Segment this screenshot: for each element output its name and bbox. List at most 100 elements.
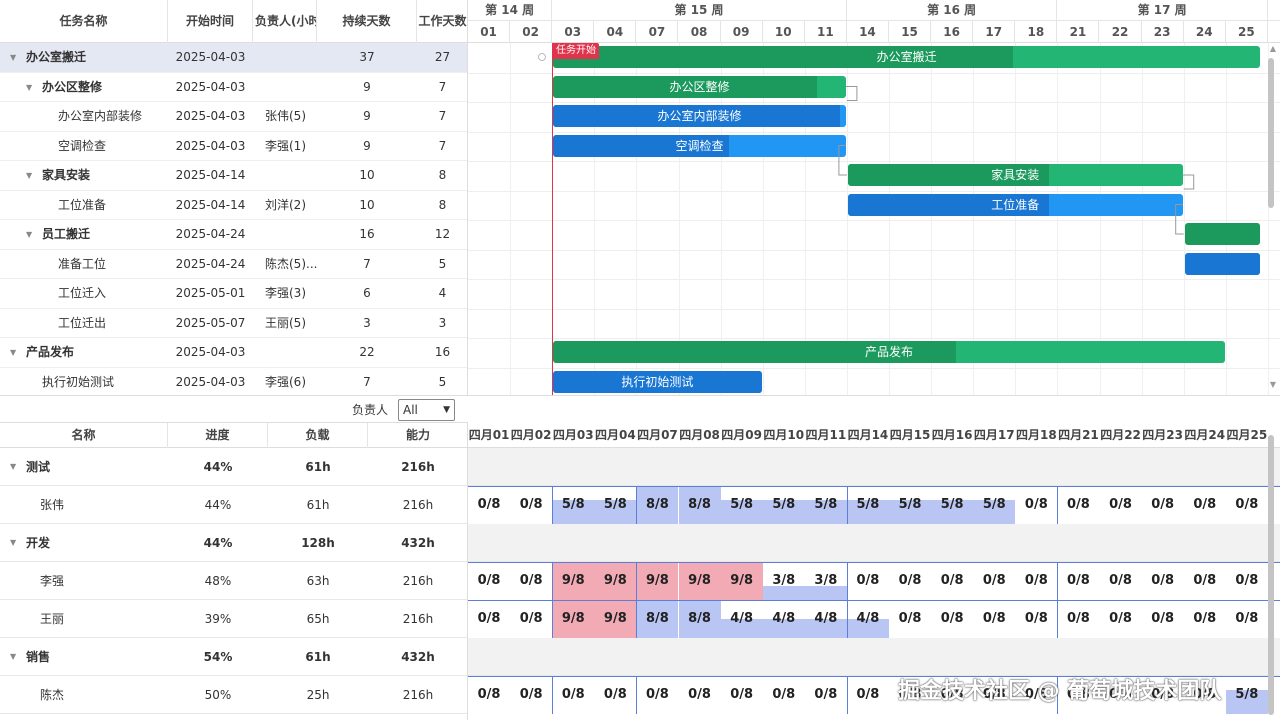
- caret-down-icon[interactable]: ▼: [10, 448, 16, 486]
- col-header-res-name[interactable]: 名称: [0, 423, 168, 448]
- load-cell[interactable]: 0/8: [552, 676, 594, 714]
- load-cell[interactable]: 8/8: [636, 486, 678, 524]
- load-cell[interactable]: 5/8: [931, 486, 973, 524]
- caret-down-icon[interactable]: ▼: [26, 73, 32, 102]
- load-cell[interactable]: 0/8: [1057, 600, 1099, 638]
- load-cell[interactable]: 0/8: [510, 486, 552, 524]
- task-bar[interactable]: 办公室搬迁: [553, 46, 1260, 68]
- load-cell[interactable]: 0/8: [1184, 562, 1226, 600]
- load-cell[interactable]: 0/8: [721, 676, 763, 714]
- load-cell[interactable]: 5/8: [805, 486, 847, 524]
- caret-down-icon[interactable]: ▼: [10, 43, 16, 72]
- load-cell[interactable]: 8/8: [636, 600, 678, 638]
- load-cell[interactable]: 0/8: [1184, 600, 1226, 638]
- load-cell[interactable]: 4/8: [763, 600, 805, 638]
- load-cell[interactable]: 0/8: [973, 562, 1015, 600]
- load-cell[interactable]: 0/8: [973, 600, 1015, 638]
- load-cell[interactable]: 0/8: [1142, 600, 1184, 638]
- load-cell[interactable]: 0/8: [468, 562, 510, 600]
- task-row[interactable]: 空调检查 2025-04-03 李强(1) 9 7: [0, 132, 467, 161]
- resource-row[interactable]: 陈杰 50% 25h 216h: [0, 676, 467, 714]
- caret-down-icon[interactable]: ▼: [26, 220, 32, 249]
- load-cell[interactable]: 8/8: [679, 486, 721, 524]
- task-bar[interactable]: 空调检查: [553, 134, 846, 157]
- caret-down-icon[interactable]: ▼: [26, 161, 32, 190]
- load-cell[interactable]: 0/8: [510, 562, 552, 600]
- load-cell[interactable]: 5/8: [594, 486, 636, 524]
- task-bar[interactable]: [1184, 252, 1260, 275]
- task-row[interactable]: ▼ 员工搬迁 2025-04-24 16 12: [0, 220, 467, 250]
- task-bar[interactable]: [1184, 223, 1260, 245]
- caret-down-icon[interactable]: ▼: [10, 524, 16, 562]
- load-cell[interactable]: 5/8: [552, 486, 594, 524]
- load-cell[interactable]: 4/8: [721, 600, 763, 638]
- resource-scrollbar[interactable]: [1268, 435, 1274, 715]
- col-header-workdays[interactable]: 工作天数: [417, 0, 467, 43]
- resource-row[interactable]: 李强 48% 63h 216h: [0, 562, 467, 600]
- load-cell[interactable]: 9/8: [552, 600, 594, 638]
- load-cell[interactable]: 0/8: [1100, 600, 1142, 638]
- load-cell[interactable]: 9/8: [594, 600, 636, 638]
- task-bar[interactable]: 执行初始测试: [553, 370, 762, 393]
- load-cell[interactable]: 5/8: [1226, 676, 1268, 714]
- load-cell[interactable]: 0/8: [1015, 562, 1057, 600]
- caret-down-icon[interactable]: ▼: [10, 638, 16, 676]
- load-cell[interactable]: 5/8: [847, 486, 889, 524]
- load-cell[interactable]: 0/8: [1226, 562, 1268, 600]
- scroll-down-icon[interactable]: ▼: [1270, 380, 1276, 389]
- load-cell[interactable]: 5/8: [973, 486, 1015, 524]
- load-cell[interactable]: 5/8: [889, 486, 931, 524]
- load-cell[interactable]: 0/8: [1100, 562, 1142, 600]
- load-cell[interactable]: 0/8: [1015, 486, 1057, 524]
- resource-row[interactable]: ▼ 测试 44% 61h 216h: [0, 448, 467, 486]
- circle-icon[interactable]: [538, 53, 546, 61]
- load-cell[interactable]: 0/8: [889, 600, 931, 638]
- load-cell[interactable]: 8/8: [679, 600, 721, 638]
- task-row[interactable]: ▼ 办公区整修 2025-04-03 9 7: [0, 73, 467, 102]
- load-cell[interactable]: 9/8: [636, 562, 678, 600]
- load-cell[interactable]: 9/8: [721, 562, 763, 600]
- col-header-start[interactable]: 开始时间: [168, 0, 253, 43]
- resource-row[interactable]: ▼ 开发 44% 128h 432h: [0, 524, 467, 562]
- load-cell[interactable]: 0/8: [1226, 486, 1268, 524]
- load-cell[interactable]: 0/8: [931, 562, 973, 600]
- load-cell[interactable]: 0/8: [636, 676, 678, 714]
- task-bar[interactable]: 工位准备: [847, 193, 1183, 216]
- task-bar[interactable]: 办公室内部装修: [553, 105, 846, 127]
- col-header-task-name[interactable]: 任务名称: [0, 0, 168, 43]
- timeline-scrollbar[interactable]: [1268, 58, 1274, 208]
- scroll-up-icon[interactable]: ▲: [1270, 44, 1276, 53]
- task-bar[interactable]: 办公区整修: [553, 75, 846, 98]
- task-row[interactable]: 工位迁出 2025-05-07 王丽(5) 3 3: [0, 309, 467, 338]
- load-cell[interactable]: 0/8: [889, 562, 931, 600]
- resource-row[interactable]: 张伟 44% 61h 216h: [0, 486, 467, 524]
- load-cell[interactable]: 0/8: [1142, 486, 1184, 524]
- load-cell[interactable]: 5/8: [763, 486, 805, 524]
- load-cell[interactable]: 0/8: [1057, 562, 1099, 600]
- load-cell[interactable]: 0/8: [847, 676, 889, 714]
- load-cell[interactable]: 0/8: [1100, 486, 1142, 524]
- load-cell[interactable]: 0/8: [679, 676, 721, 714]
- load-cell[interactable]: 0/8: [763, 676, 805, 714]
- col-header-capacity[interactable]: 能力: [368, 423, 467, 448]
- load-cell[interactable]: 0/8: [847, 562, 889, 600]
- caret-down-icon[interactable]: ▼: [10, 338, 16, 367]
- load-cell[interactable]: 9/8: [594, 562, 636, 600]
- col-header-duration[interactable]: 持续天数: [317, 0, 417, 43]
- load-cell[interactable]: 4/8: [847, 600, 889, 638]
- task-row[interactable]: ▼ 家具安装 2025-04-14 10 8: [0, 161, 467, 191]
- task-row[interactable]: 准备工位 2025-04-24 陈杰(5)... 7 5: [0, 250, 467, 279]
- task-row[interactable]: 执行初始测试 2025-04-03 李强(6) 7 5: [0, 368, 467, 396]
- load-cell[interactable]: 9/8: [679, 562, 721, 600]
- load-cell[interactable]: 0/8: [1057, 486, 1099, 524]
- load-cell[interactable]: 0/8: [1142, 562, 1184, 600]
- task-row[interactable]: 工位准备 2025-04-14 刘洋(2) 10 8: [0, 191, 467, 220]
- load-cell[interactable]: 0/8: [468, 600, 510, 638]
- load-cell[interactable]: 9/8: [552, 562, 594, 600]
- load-cell[interactable]: 5/8: [721, 486, 763, 524]
- load-cell[interactable]: 0/8: [510, 676, 552, 714]
- load-cell[interactable]: 0/8: [805, 676, 847, 714]
- resource-row[interactable]: 王丽 39% 65h 216h: [0, 600, 467, 638]
- load-cell[interactable]: 0/8: [1184, 486, 1226, 524]
- load-cell[interactable]: 0/8: [1015, 600, 1057, 638]
